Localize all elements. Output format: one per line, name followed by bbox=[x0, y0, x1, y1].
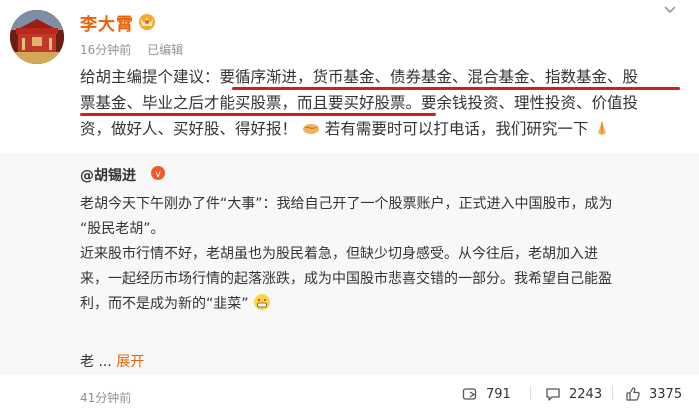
underline-mark bbox=[80, 113, 436, 116]
divider bbox=[530, 386, 531, 400]
repost-truncated: 老 ... 展开 bbox=[80, 351, 144, 371]
post-line-text: 资，做好人、买好股、得好报！ bbox=[80, 120, 298, 138]
forward-button[interactable]: 791 bbox=[462, 386, 511, 402]
avatar[interactable] bbox=[10, 10, 64, 64]
post-meta: 16分钟前 已编辑 bbox=[80, 41, 195, 58]
vip-crown-icon bbox=[137, 11, 157, 31]
underline-mark bbox=[232, 87, 680, 90]
weibo-post: 李大霄 16分钟前 已编辑 给胡主编提个建议：要循序渐进，货币基金、债券基金、混… bbox=[0, 0, 699, 411]
like-count: 3375 bbox=[649, 386, 683, 402]
post-time[interactable]: 16分钟前 bbox=[80, 43, 131, 57]
post-line: 资，做好人、买好股、得好报！ 若有需要时可以打电话，我们研究一下 bbox=[80, 116, 611, 142]
expand-link[interactable]: 展开 bbox=[116, 354, 144, 370]
divider bbox=[612, 386, 613, 400]
post-line-text: 若有需要时可以打电话，我们研究一下 bbox=[324, 120, 589, 138]
comment-button[interactable]: 2243 bbox=[545, 386, 602, 402]
repost-author[interactable]: @胡锡进 bbox=[80, 165, 136, 185]
like-icon bbox=[626, 387, 640, 401]
praying-hands-emoji-icon bbox=[593, 119, 611, 137]
edited-label[interactable]: 已编辑 bbox=[147, 43, 183, 57]
like-button[interactable]: 3375 bbox=[625, 386, 682, 402]
grin-emoji-icon bbox=[253, 293, 271, 311]
comment-count: 2243 bbox=[569, 386, 603, 402]
author-name[interactable]: 李大霄 bbox=[80, 10, 134, 35]
repost-line: 来，一起经历市场行情的起落涨跌，成为中国股市悲喜交错的一部分。我希望自己能盈 bbox=[80, 271, 612, 287]
repost-line-text: 利，而不是成为新的“韭菜” bbox=[80, 296, 249, 312]
comment-icon bbox=[546, 388, 560, 401]
forward-icon bbox=[462, 388, 477, 400]
repost-time[interactable]: 41分钟前 bbox=[80, 389, 131, 406]
repost-line: “股民老胡”。 bbox=[80, 221, 165, 237]
repost-line: 老胡今天下午刚办了件“大事”：我给自己开了一个股票账户，正式进入中国股市，成为 bbox=[80, 196, 613, 212]
verified-badge-icon: v bbox=[150, 165, 166, 181]
svg-text:v: v bbox=[156, 169, 161, 180]
chevron-down-icon[interactable] bbox=[660, 0, 680, 20]
handshake-emoji-icon bbox=[302, 119, 320, 137]
repost-line: 利，而不是成为新的“韭菜” bbox=[80, 292, 680, 317]
repost-line: 近来股市行情不好，老胡虽也为股民着急，但缺少切身感受。从今往后，老胡加入进 bbox=[80, 246, 598, 262]
forward-count: 791 bbox=[486, 386, 511, 402]
truncated-text: 老 ... bbox=[80, 354, 112, 370]
